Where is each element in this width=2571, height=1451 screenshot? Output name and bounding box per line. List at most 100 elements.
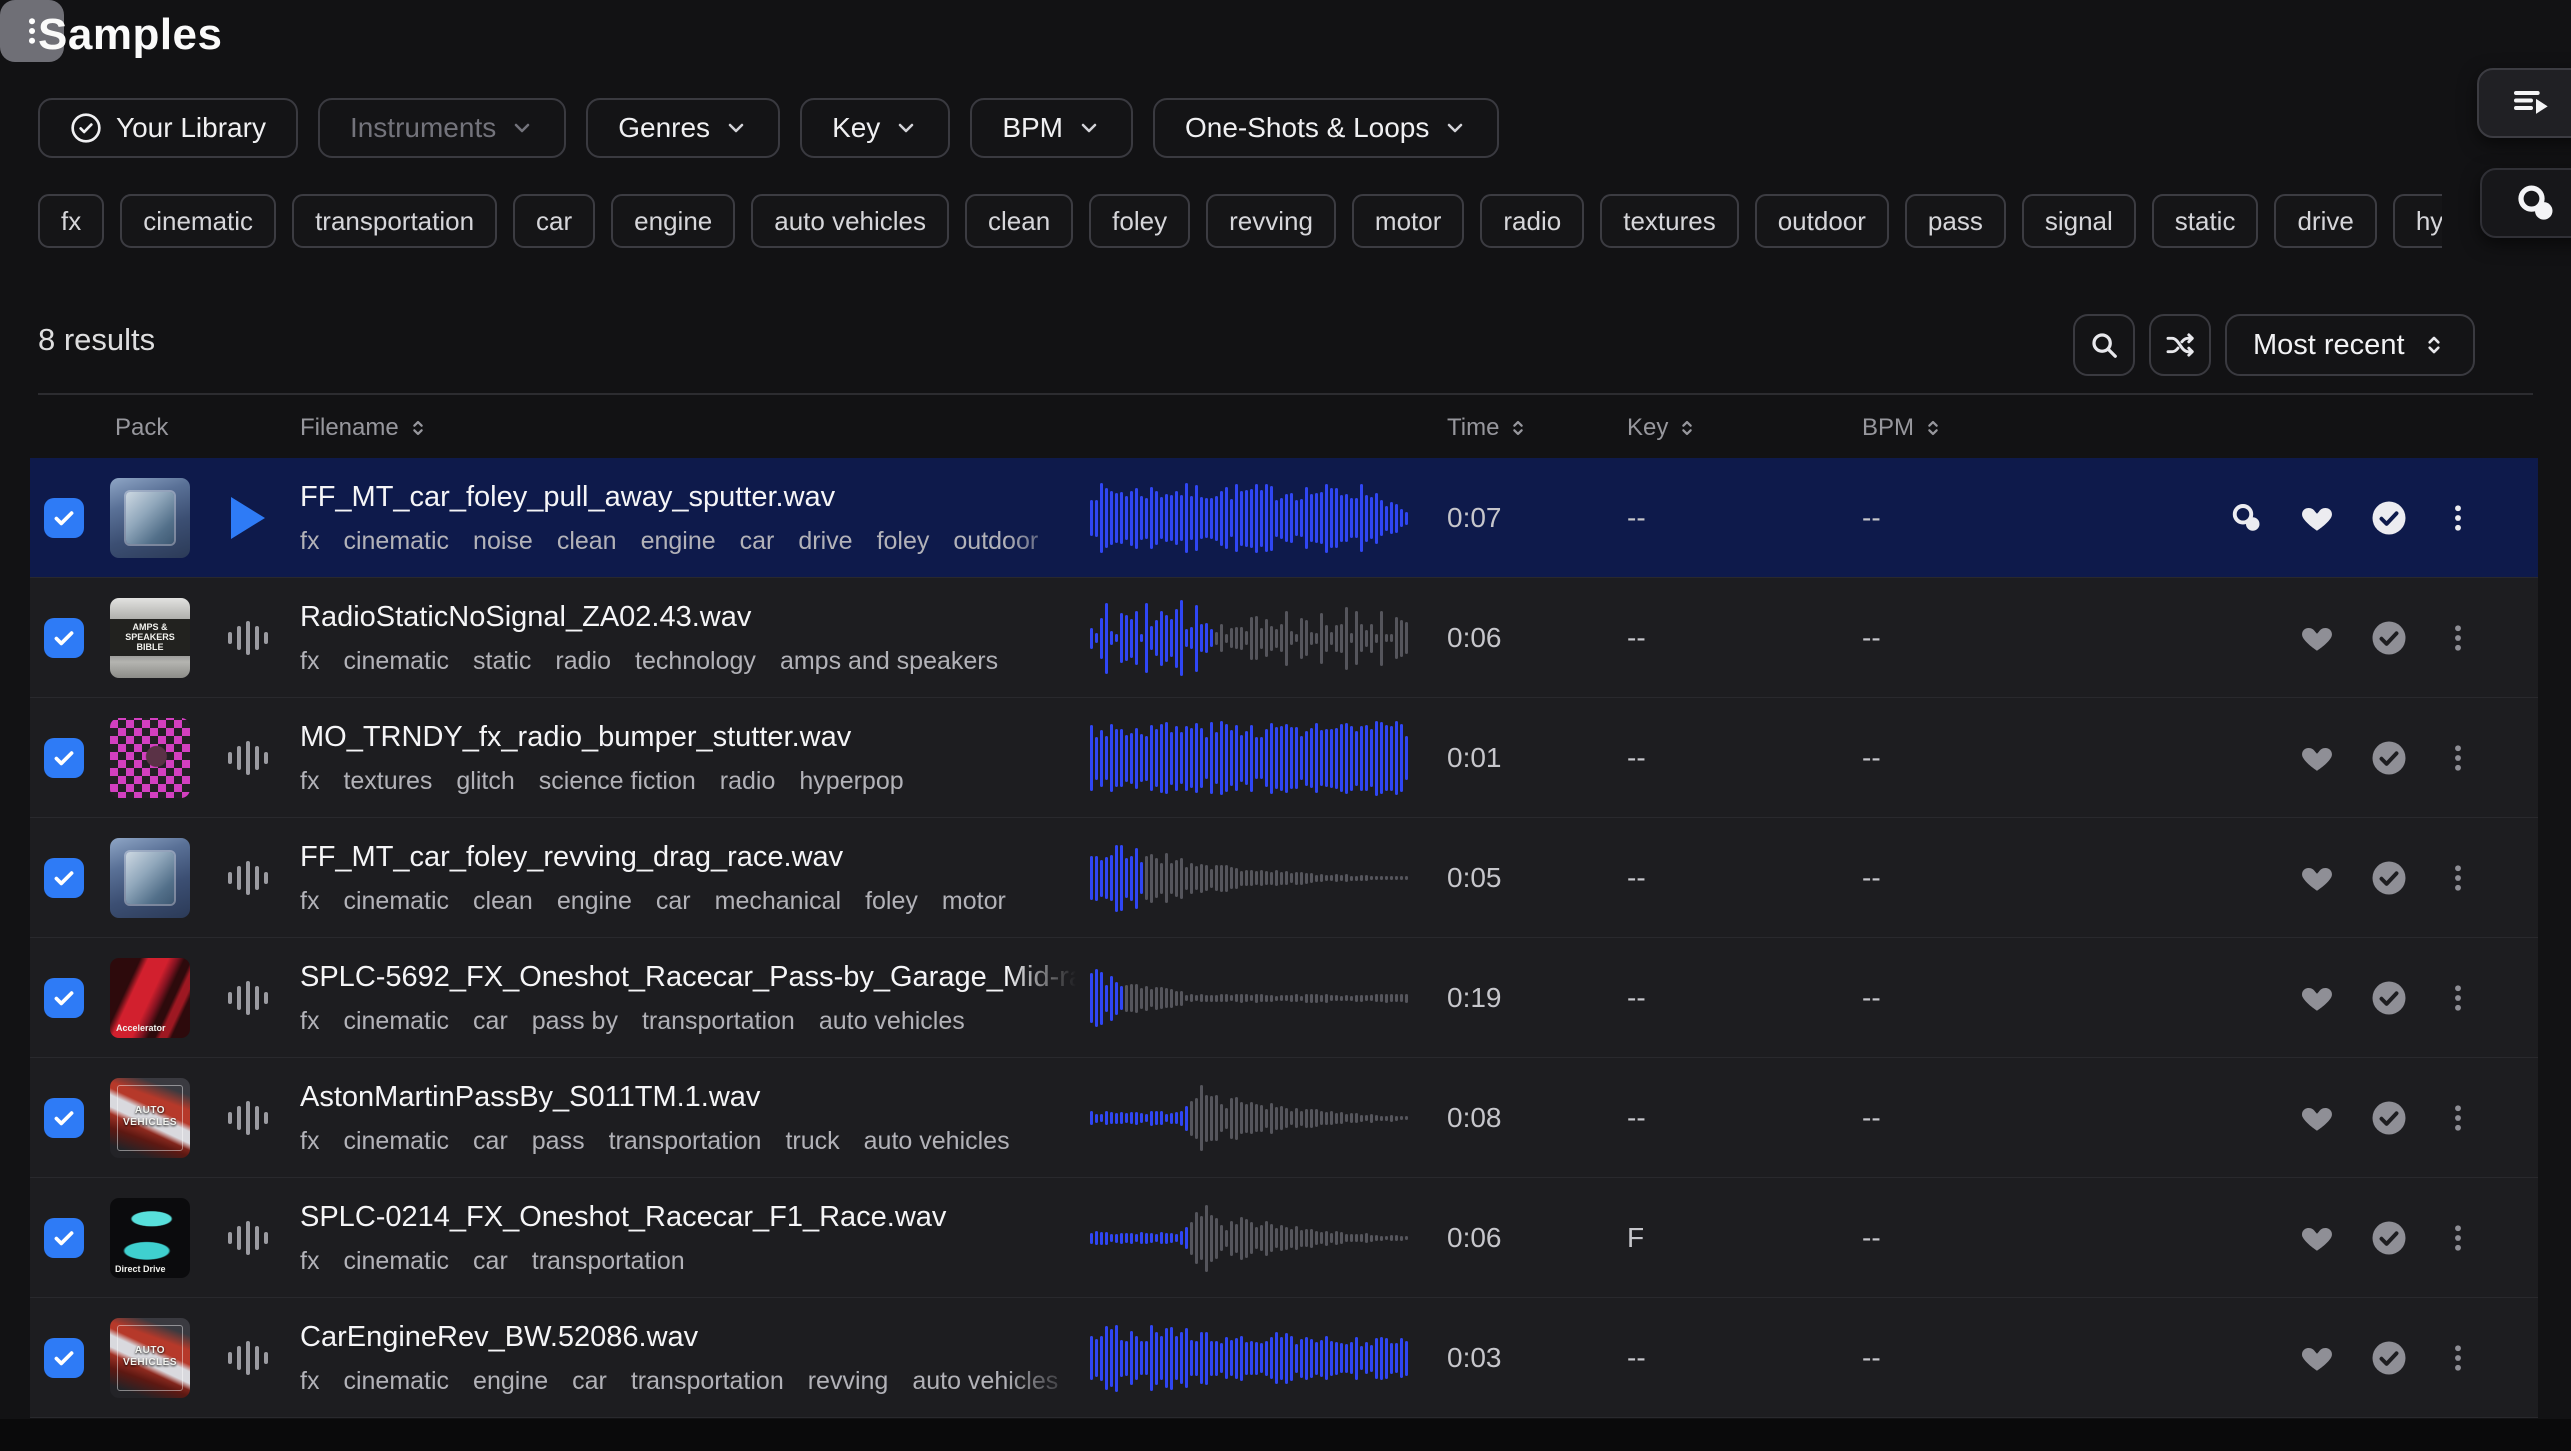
similar-sounds-button[interactable] (2480, 168, 2571, 238)
row-menu-button[interactable] (2438, 618, 2478, 658)
sort-dropdown[interactable]: Most recent (2225, 314, 2475, 376)
sample-type-cell[interactable] (226, 1058, 270, 1178)
row-tag[interactable]: transportation (532, 1247, 685, 1276)
tag-chip[interactable]: textures (1600, 194, 1739, 248)
row-tag[interactable]: radio (555, 647, 611, 676)
tag-chip[interactable]: fx (38, 194, 104, 248)
row-tag[interactable]: glitch (456, 767, 514, 796)
pack-art[interactable]: AUTO VEHICLES (110, 1078, 190, 1158)
tag-chip[interactable]: signal (2022, 194, 2136, 248)
sample-row[interactable]: Direct Drive SPLC-0214_FX_Oneshot_Raceca… (30, 1178, 2538, 1298)
sample-type-cell[interactable] (226, 1178, 270, 1298)
row-tag[interactable]: fx (300, 527, 319, 556)
row-tag[interactable]: fx (300, 1127, 319, 1156)
row-tag[interactable]: cinematic (343, 1127, 449, 1156)
row-tag[interactable]: engine (473, 1367, 548, 1396)
row-tag[interactable]: cinematic (343, 647, 449, 676)
row-tag[interactable]: truck (785, 1127, 839, 1156)
pack-art[interactable]: Accelerator (110, 958, 190, 1038)
row-tag[interactable]: pass (532, 1127, 585, 1156)
row-tag[interactable]: mechanical (715, 887, 841, 916)
tag-chip[interactable]: car (513, 194, 595, 248)
row-tag[interactable]: auto vehicles (864, 1127, 1010, 1156)
filter-genres[interactable]: Genres (586, 98, 780, 158)
search-button[interactable] (2073, 314, 2135, 376)
row-tag[interactable]: revving (808, 1367, 889, 1396)
in-library-button[interactable] (2369, 498, 2409, 538)
row-tag[interactable]: noise (473, 527, 533, 556)
sample-row[interactable]: AUTO VEHICLES CarEngineRev_BW.52086.wav … (30, 1298, 2538, 1418)
filter-your-library[interactable]: Your Library (38, 98, 298, 158)
row-tag[interactable]: clean (557, 527, 617, 556)
like-button[interactable] (2297, 618, 2337, 658)
row-checkbox[interactable] (44, 498, 84, 538)
tag-chip[interactable]: transportation (292, 194, 497, 248)
row-tag[interactable]: drive (798, 527, 852, 556)
row-tag[interactable]: static (473, 647, 531, 676)
row-menu-button[interactable] (2438, 858, 2478, 898)
waveform[interactable] (1090, 1198, 1412, 1278)
in-library-button[interactable] (2369, 858, 2409, 898)
waveform[interactable] (1090, 1078, 1412, 1158)
column-header-key[interactable]: Key (1627, 414, 1698, 442)
filter-bpm[interactable]: BPM (970, 98, 1133, 158)
row-tag[interactable]: fx (300, 887, 319, 916)
row-tag[interactable]: fx (300, 647, 319, 676)
queue-button[interactable] (2477, 68, 2571, 138)
sample-row[interactable]: AMPS & SPEAKERS BIBLE RadioStaticNoSigna… (30, 578, 2538, 698)
row-menu-button[interactable] (2438, 1338, 2478, 1378)
sample-row[interactable]: AUTO VEHICLES AstonMartinPassBy_S011TM.1… (30, 1058, 2538, 1178)
row-menu-button[interactable] (2438, 498, 2478, 538)
row-tag[interactable]: amps and speakers (780, 647, 998, 676)
row-checkbox[interactable] (44, 1098, 84, 1138)
like-button[interactable] (2297, 978, 2337, 1018)
like-button[interactable] (2297, 498, 2337, 538)
filter-instruments[interactable]: Instruments (318, 98, 566, 158)
row-tag[interactable]: motor (942, 887, 1006, 916)
in-library-button[interactable] (2369, 1218, 2409, 1258)
pack-art[interactable] (110, 838, 190, 918)
row-tag[interactable]: cinematic (343, 887, 449, 916)
pack-art[interactable]: AUTO VEHICLES (110, 1318, 190, 1398)
tag-chip[interactable]: static (2152, 194, 2259, 248)
waveform[interactable] (1090, 958, 1412, 1038)
row-checkbox[interactable] (44, 858, 84, 898)
tag-chip[interactable]: engine (611, 194, 735, 248)
row-tag[interactable]: technology (635, 647, 756, 676)
row-tag[interactable]: science fiction (539, 767, 696, 796)
column-header-time[interactable]: Time (1447, 414, 1529, 442)
sample-row[interactable]: Accelerator SPLC-5692_FX_Oneshot_Racecar… (30, 938, 2538, 1058)
sample-type-cell[interactable] (226, 1298, 270, 1418)
row-tag[interactable]: transportation (609, 1127, 762, 1156)
tag-chip[interactable]: cinematic (120, 194, 276, 248)
row-tag[interactable]: car (572, 1367, 607, 1396)
waveform[interactable] (1090, 478, 1412, 558)
row-tag[interactable]: fx (300, 1247, 319, 1276)
filter-key[interactable]: Key (800, 98, 950, 158)
row-menu-button[interactable] (2438, 738, 2478, 778)
like-button[interactable] (2297, 1098, 2337, 1138)
tag-chip[interactable]: hyperpop (2393, 194, 2442, 248)
in-library-button[interactable] (2369, 1098, 2409, 1138)
in-library-button[interactable] (2369, 978, 2409, 1018)
waveform[interactable] (1090, 718, 1412, 798)
play-icon[interactable] (231, 497, 265, 539)
row-tag[interactable]: car (656, 887, 691, 916)
filter-oneshots-loops[interactable]: One-Shots & Loops (1153, 98, 1499, 158)
sample-row[interactable]: FF_MT_car_foley_revving_drag_race.wav fx… (30, 818, 2538, 938)
tag-chip[interactable]: clean (965, 194, 1073, 248)
row-tag[interactable]: fx (300, 1007, 319, 1036)
column-header-bpm[interactable]: BPM (1862, 414, 1944, 442)
tag-chip[interactable]: auto vehicles (751, 194, 949, 248)
row-tag[interactable]: fx (300, 1367, 319, 1396)
waveform[interactable] (1090, 1318, 1412, 1398)
row-tag[interactable]: engine (641, 527, 716, 556)
row-tag[interactable]: car (473, 1247, 508, 1276)
row-checkbox[interactable] (44, 738, 84, 778)
row-checkbox[interactable] (44, 1218, 84, 1258)
row-tag[interactable]: auto vehicles (912, 1367, 1058, 1396)
sample-type-cell[interactable] (226, 938, 270, 1058)
in-library-button[interactable] (2369, 1338, 2409, 1378)
in-library-button[interactable] (2369, 738, 2409, 778)
row-tag[interactable]: clean (473, 887, 533, 916)
